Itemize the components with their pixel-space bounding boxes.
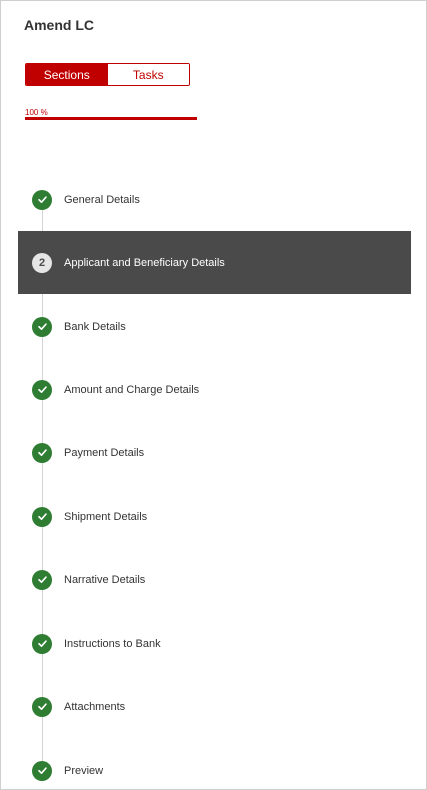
step-number-icon: 2 [32, 252, 52, 273]
step-general-details[interactable]: General Details [18, 168, 411, 231]
check-circle-icon [32, 189, 52, 210]
check-circle-icon [32, 760, 52, 781]
step-preview[interactable]: Preview [18, 739, 411, 789]
check-circle-icon [32, 633, 52, 654]
tasks-tab[interactable]: Tasks [107, 64, 189, 85]
check-circle-icon [32, 442, 52, 463]
step-amount-and-charge-details[interactable]: Amount and Charge Details [18, 358, 411, 421]
sections-tab[interactable]: Sections [26, 64, 108, 85]
check-circle-icon [32, 696, 52, 717]
step-payment-details[interactable]: Payment Details [18, 421, 411, 484]
sections-tasks-toggle: Sections Tasks [25, 63, 190, 86]
sections-panel: Amend LC Sections Tasks 100 % General De… [0, 0, 427, 790]
check-circle-icon [32, 506, 52, 527]
step-label: Preview [64, 764, 104, 777]
step-bank-details[interactable]: Bank Details [18, 295, 411, 358]
check-circle-icon [32, 379, 52, 400]
step-applicant-and-beneficiary-details[interactable]: 2 Applicant and Beneficiary Details [18, 231, 411, 294]
step-label: Shipment Details [64, 510, 148, 523]
progress-percent: 100 % [25, 108, 48, 117]
step-label: Amount and Charge Details [64, 383, 200, 396]
check-circle-icon [32, 569, 52, 590]
step-label: Applicant and Beneficiary Details [64, 256, 225, 269]
step-instructions-to-bank[interactable]: Instructions to Bank [18, 612, 411, 675]
step-label: General Details [64, 193, 140, 206]
step-attachments[interactable]: Attachments [18, 675, 411, 738]
step-label: Payment Details [64, 446, 145, 459]
progress-bar [25, 117, 197, 120]
progress-bar-fill [25, 117, 197, 120]
page-title: Amend LC [24, 17, 94, 33]
step-label: Attachments [64, 700, 126, 713]
check-circle-icon [32, 316, 52, 337]
step-label: Bank Details [64, 320, 126, 333]
step-shipment-details[interactable]: Shipment Details [18, 485, 411, 548]
step-label: Instructions to Bank [64, 637, 161, 650]
step-label: Narrative Details [64, 573, 146, 586]
step-narrative-details[interactable]: Narrative Details [18, 548, 411, 611]
